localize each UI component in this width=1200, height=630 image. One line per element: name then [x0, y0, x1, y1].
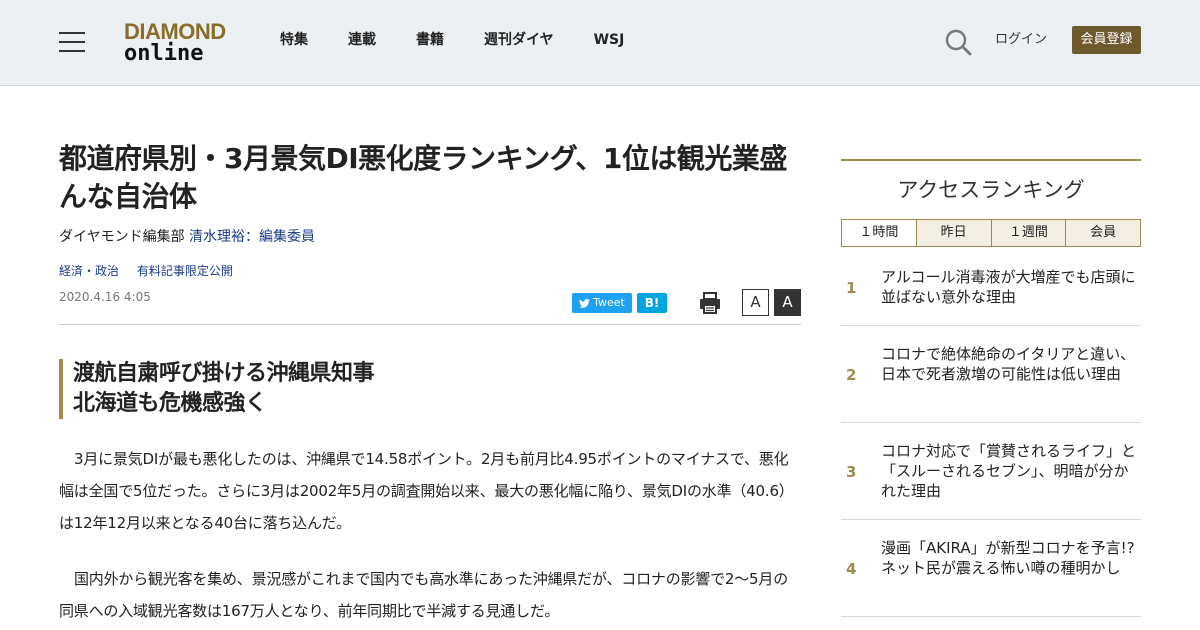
- ranking-item[interactable]: 4 漫画「AKIRA」が新型コロナを予言!?ネット民が震える怖い噂の種明かし: [841, 520, 1141, 617]
- nav-item-rensai[interactable]: 連載: [348, 30, 376, 52]
- site-header: DIAMOND online 特集 連載 書籍 週刊ダイヤ WSJ ログイン 会…: [0, 0, 1200, 86]
- article-byline: ダイヤモンド編集部 清水理裕：編集委員: [59, 227, 315, 247]
- tweet-label: Tweet: [593, 296, 625, 309]
- font-size-large-button[interactable]: A: [774, 289, 801, 316]
- article-paragraph: 3月に景気DIが最も悪化したのは、沖縄県で14.58ポイント。2月も前月比4.9…: [59, 450, 794, 532]
- ranking-list: 1 アルコール消毒液が大増産でも店頭に並ばない意外な理由 2 コロナで絶体絶命の…: [841, 247, 1141, 617]
- ranking-item[interactable]: 3 コロナ対応で「賞賛されるライフ」と「スルーされるセブン」、明暗が分かれた理由: [841, 423, 1141, 520]
- hatena-bookmark-button[interactable]: B!: [637, 293, 667, 313]
- main-nav: 特集 連載 書籍 週刊ダイヤ WSJ: [280, 30, 664, 52]
- nav-item-tokushu[interactable]: 特集: [280, 30, 308, 52]
- tab-1-week[interactable]: １週間: [990, 220, 1066, 246]
- ranking-title: アクセスランキング: [897, 178, 1085, 202]
- article-subheading: 渡航自粛呼び掛ける沖縄県知事 北海道も危機感強く: [59, 359, 801, 419]
- tag-economy-politics[interactable]: 経済・政治: [59, 264, 119, 278]
- article-title: 都道府県別・3月景気DI悪化度ランキング、1位は観光業盛んな自治体: [59, 142, 787, 213]
- tab-members[interactable]: 会員: [1065, 220, 1140, 246]
- ranking-item-title: コロナで絶体絶命のイタリアと違い、日本で死者激増の可能性は低い理由: [881, 345, 1136, 383]
- nav-item-weekly-diamond[interactable]: 週刊ダイヤ: [484, 30, 554, 52]
- subheading-line-2: 北海道も危機感強く: [73, 391, 267, 416]
- ranking-number: 1: [846, 279, 857, 297]
- twitter-bird-icon: [579, 298, 591, 308]
- ranking-item-title: コロナ対応で「賞賛されるライフ」と「スルーされるセブン」、明暗が分かれた理由: [881, 442, 1137, 500]
- ranking-item-title: アルコール消毒液が大増産でも店頭に並ばない意外な理由: [881, 268, 1136, 306]
- tweet-button[interactable]: Tweet: [572, 293, 632, 313]
- tag-paid-limited[interactable]: 有料記事限定公開: [137, 264, 233, 278]
- ranking-item[interactable]: 1 アルコール消毒液が大増産でも店頭に並ばない意外な理由: [841, 247, 1141, 326]
- nav-item-shoseki[interactable]: 書籍: [416, 30, 444, 52]
- author-link[interactable]: 清水理裕：編集委員: [189, 229, 315, 245]
- register-button[interactable]: 会員登録: [1072, 26, 1141, 54]
- logo-text-online: online: [124, 41, 204, 66]
- article-date: 2020.4.16 4:05: [59, 290, 151, 304]
- hamburger-menu-icon[interactable]: [59, 32, 85, 52]
- search-icon[interactable]: [944, 28, 972, 56]
- font-size-small-button[interactable]: A: [742, 289, 769, 316]
- site-logo[interactable]: DIAMOND online: [124, 20, 228, 66]
- ranking-item[interactable]: 2 コロナで絶体絶命のイタリアと違い、日本で死者激増の可能性は低い理由: [841, 326, 1141, 423]
- subheading-line-1: 渡航自粛呼び掛ける沖縄県知事: [73, 361, 375, 386]
- article-tags: 経済・政治 有料記事限定公開: [59, 262, 247, 280]
- byline-department: ダイヤモンド編集部: [59, 229, 185, 245]
- ranking-item-title: 漫画「AKIRA」が新型コロナを予言!?ネット民が震える怖い噂の種明かし: [881, 539, 1135, 577]
- login-link[interactable]: ログイン: [995, 31, 1047, 49]
- print-icon[interactable]: [698, 291, 722, 315]
- ranking-number: 3: [846, 463, 857, 481]
- tab-yesterday[interactable]: 昨日: [915, 220, 991, 246]
- article-divider: [59, 324, 801, 325]
- ranking-number: 2: [846, 366, 857, 384]
- ranking-top-border: [841, 159, 1141, 161]
- tab-1-hour[interactable]: １時間: [842, 220, 916, 246]
- article-paragraph: 国内外から観光客を集め、景況感がこれまで国内でも高水準にあった沖縄県だが、コロナ…: [59, 570, 788, 620]
- ranking-number: 4: [846, 560, 857, 578]
- nav-item-wsj[interactable]: WSJ: [594, 30, 625, 52]
- ranking-tabs: １時間 昨日 １週間 会員: [841, 219, 1141, 247]
